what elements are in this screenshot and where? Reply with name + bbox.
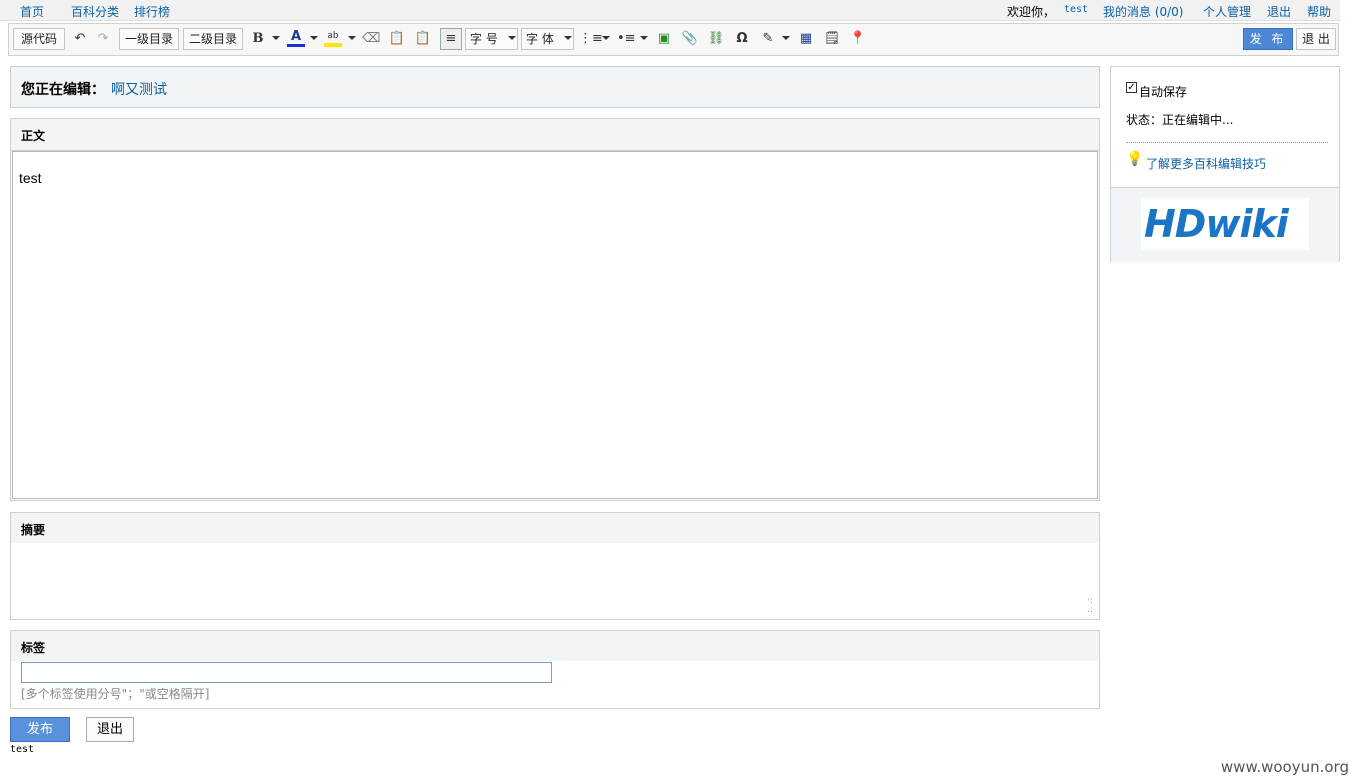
autosave-checkbox[interactable]: ✓ — [1126, 82, 1137, 93]
link-icon[interactable]: ⛓ — [707, 30, 725, 48]
summary-panel: 摘要 ·:.: — [10, 512, 1100, 620]
account-link[interactable]: 个人管理 — [1203, 3, 1251, 20]
undo-icon[interactable]: ↶ — [71, 30, 89, 48]
editing-title-panel: 您正在编辑： 啊又测试 — [10, 66, 1100, 108]
watermark: www.wooyun.org — [1220, 758, 1349, 776]
logo-text: HDwiki — [1144, 202, 1289, 246]
messages-link[interactable]: 我的消息 (0/0) — [1103, 3, 1184, 20]
tags-panel-header: 标签 — [11, 631, 1099, 661]
align-left-icon[interactable]: ≡ — [440, 28, 462, 50]
exit-button[interactable]: 退出 — [86, 717, 134, 742]
publish-button[interactable]: 发布 — [10, 717, 70, 742]
help-link[interactable]: 帮助 — [1307, 3, 1331, 20]
chevron-down-icon[interactable] — [272, 36, 280, 40]
unordered-list-icon[interactable]: •≡ — [617, 30, 636, 48]
editor-toolbar: 源代码 ↶ ↷ 一级目录 二级目录 B A ab ⌫ 📋 📋 ≡ 字 号 字 体… — [8, 23, 1339, 56]
source-code-button[interactable]: 源代码 — [13, 28, 65, 50]
autosave-label: 自动保存 — [1139, 85, 1188, 99]
logout-link[interactable]: 退出 — [1267, 3, 1291, 20]
image-icon[interactable]: ▣ — [655, 30, 673, 48]
toolbar-publish-button[interactable]: 发 布 — [1243, 28, 1293, 50]
eraser-icon[interactable]: ⌫ — [362, 30, 380, 48]
special-char-icon[interactable]: Ω — [733, 30, 751, 48]
hdwiki-logo: HDwiki — [1141, 198, 1309, 250]
heading1-button[interactable]: 一级目录 — [119, 28, 179, 50]
ordered-list-icon[interactable]: ⋮≡ — [579, 30, 603, 48]
body-panel: 正文 test — [10, 118, 1100, 501]
summary-panel-header: 摘要 — [11, 513, 1099, 543]
footer-username: test — [10, 744, 35, 755]
tags-panel: 标签 [多个标签使用分号"；"或空格隔开] — [10, 630, 1100, 709]
body-editor[interactable]: test — [12, 151, 1098, 499]
divider — [1126, 142, 1328, 143]
map-pin-icon[interactable]: 📍 — [849, 30, 867, 48]
chevron-down-icon[interactable] — [602, 36, 610, 40]
editing-label: 您正在编辑： — [21, 82, 105, 98]
highlight-icon[interactable]: ab — [324, 30, 342, 47]
body-panel-header: 正文 — [11, 119, 1099, 151]
paste-word-icon[interactable]: 📋 — [414, 30, 432, 48]
lightbulb-icon: 💡 — [1126, 151, 1144, 167]
tags-input[interactable] — [21, 662, 552, 683]
font-color-icon[interactable]: A — [287, 30, 305, 47]
heading2-button[interactable]: 二级目录 — [183, 28, 243, 50]
top-nav: 首页 百科分类 排行榜 欢迎你， test 我的消息 (0/0) 个人管理 退出… — [0, 0, 1340, 21]
bold-icon[interactable]: B — [249, 30, 267, 48]
nav-categories-link[interactable]: 百科分类 — [71, 3, 119, 20]
chevron-down-icon[interactable] — [348, 36, 356, 40]
chevron-down-icon[interactable] — [640, 36, 648, 40]
tags-hint: [多个标签使用分号"；"或空格隔开] — [21, 687, 210, 701]
nav-home-link[interactable]: 首页 — [20, 3, 44, 20]
chevron-down-icon[interactable] — [310, 36, 318, 40]
entry-title-link[interactable]: 啊又测试 — [111, 79, 167, 99]
nav-ranking-link[interactable]: 排行榜 — [134, 3, 170, 20]
paste-icon[interactable]: 📋 — [388, 30, 406, 48]
chevron-down-icon[interactable] — [782, 36, 790, 40]
body-heading: 正文 — [21, 129, 46, 143]
edit-template-icon[interactable]: ✎ — [759, 30, 777, 48]
reference-icon[interactable]: 🗒 — [823, 30, 841, 48]
username-link[interactable]: test — [1064, 4, 1088, 15]
edit-status: 状态：正在编辑中... — [1126, 113, 1234, 127]
body-content: test — [19, 170, 42, 186]
toolbar-exit-button[interactable]: 退 出 — [1296, 28, 1336, 50]
edit-tips-link[interactable]: 了解更多百科编辑技巧 — [1146, 155, 1266, 172]
resize-grip-icon[interactable]: ·:.: — [1087, 597, 1093, 615]
summary-textarea[interactable] — [11, 543, 1099, 619]
tags-heading: 标签 — [21, 641, 46, 655]
attachment-icon[interactable]: 📎 — [681, 30, 699, 48]
sidebar-status-box: ✓ 自动保存 状态：正在编辑中... 💡 了解更多百科编辑技巧 — [1111, 67, 1339, 187]
summary-heading: 摘要 — [21, 523, 46, 537]
redo-icon[interactable]: ↷ — [94, 30, 112, 48]
chevron-down-icon[interactable] — [564, 36, 572, 40]
video-icon[interactable]: ▦ — [797, 30, 815, 48]
welcome-text: 欢迎你， — [1007, 5, 1056, 19]
chevron-down-icon[interactable] — [508, 36, 516, 40]
logo-area: HDwiki — [1111, 187, 1339, 262]
sidebar: ✓ 自动保存 状态：正在编辑中... 💡 了解更多百科编辑技巧 HDwiki — [1110, 66, 1340, 262]
